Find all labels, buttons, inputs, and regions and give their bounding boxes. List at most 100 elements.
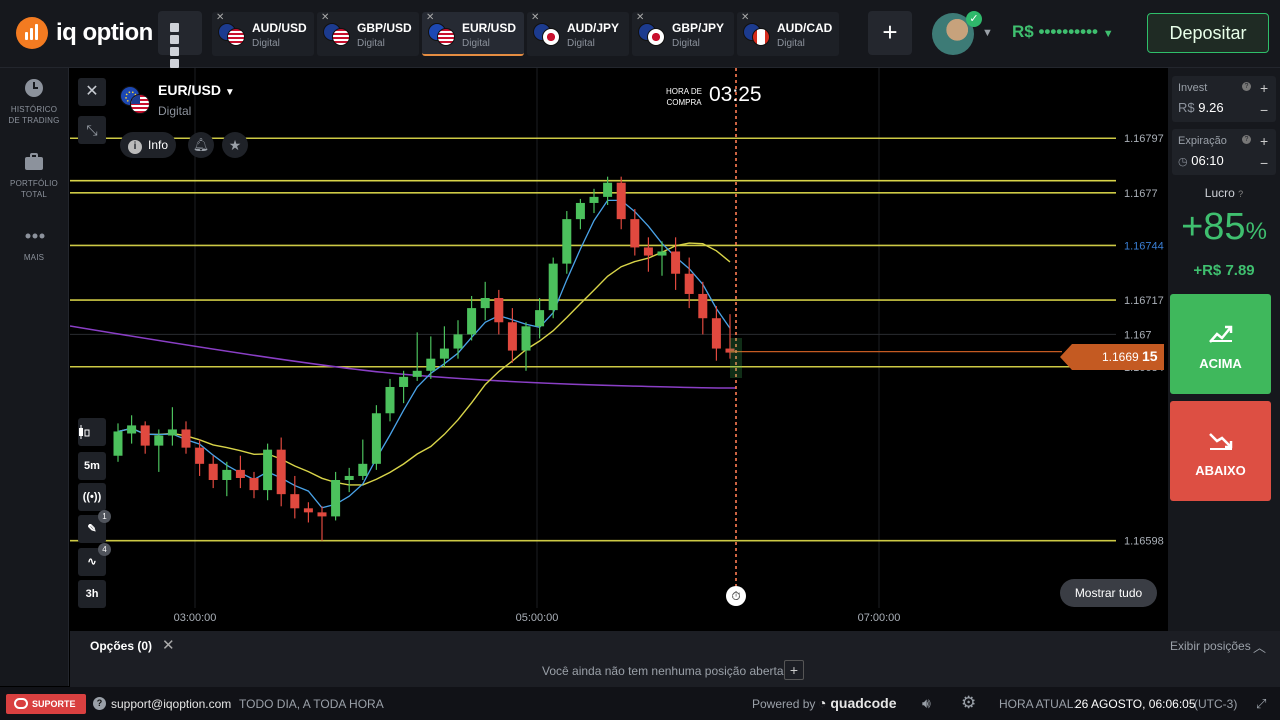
expiry-value[interactable]: ◷ 06:10 xyxy=(1178,153,1224,168)
indicators-button[interactable]: ∿ 4 xyxy=(78,543,111,576)
add-asset-button[interactable]: + xyxy=(868,11,912,55)
trend-up-icon xyxy=(1209,325,1233,343)
powered-by-label: Powered by xyxy=(752,697,816,711)
live-signal-icon[interactable]: ((•)) xyxy=(78,483,106,511)
candle-body xyxy=(521,326,531,351)
help-icon: ? xyxy=(93,697,106,710)
candle-body xyxy=(208,463,218,480)
show-all-button[interactable]: Mostrar tudo xyxy=(1060,579,1157,607)
info-icon: i xyxy=(128,140,142,154)
chevron-down-icon[interactable]: ▼ xyxy=(982,27,993,39)
tab-type: Digital xyxy=(462,38,490,49)
asset-tab-aud-usd[interactable]: ✕ AUD/USD Digital xyxy=(212,12,314,56)
invest-value[interactable]: R$ 9.26 xyxy=(1178,100,1224,115)
usd-flag-icon xyxy=(437,28,455,46)
close-chart-button[interactable]: ✕ xyxy=(78,78,106,106)
candle-body xyxy=(575,202,585,220)
tab-symbol: AUD/JPY xyxy=(567,21,620,35)
deposit-button[interactable]: Depositar xyxy=(1147,13,1269,53)
info-button[interactable]: i Info xyxy=(120,132,177,158)
close-icon[interactable]: ✕ xyxy=(162,636,175,654)
price-level-label: 1.1677 xyxy=(1124,188,1158,200)
expiry-field[interactable]: Expiração ? + ◷ 06:10 − xyxy=(1172,129,1276,175)
close-tab-icon[interactable]: ✕ xyxy=(636,12,644,23)
availability-text: TODO DIA, A TODA HORA xyxy=(239,697,384,711)
close-tab-icon[interactable]: ✕ xyxy=(531,12,539,23)
close-tab-icon[interactable]: ✕ xyxy=(741,12,749,23)
candle-type-button[interactable] xyxy=(78,418,106,446)
candle-body xyxy=(562,219,572,264)
asset-tab-gbp-usd[interactable]: ✕ GBP/USD Digital xyxy=(317,12,419,56)
empty-positions-text: Você ainda não tem nenhuma posição abert… xyxy=(542,664,784,678)
options-tab[interactable]: Opções (0) xyxy=(90,639,152,653)
candle-body xyxy=(371,413,381,464)
candle-body xyxy=(195,447,205,464)
tab-type: Digital xyxy=(252,38,280,49)
candle-body xyxy=(494,298,504,323)
nav-label: DE TRADING xyxy=(8,116,60,125)
new-position-button[interactable]: + xyxy=(784,660,804,680)
asset-tab-gbp-jpy[interactable]: ✕ GBP/JPY Digital xyxy=(632,12,734,56)
show-positions-link[interactable]: Exibir posições xyxy=(1170,639,1251,653)
candle-body xyxy=(167,429,177,436)
help-icon[interactable]: ? xyxy=(1242,82,1251,91)
price-level-label: 1.16717 xyxy=(1124,295,1164,307)
candle-body xyxy=(154,435,164,446)
close-tab-icon[interactable]: ✕ xyxy=(321,12,329,23)
price-highlight: 15 xyxy=(1142,348,1158,364)
brand-logo[interactable]: iq option xyxy=(16,17,153,49)
asset-tab-eur-usd[interactable]: ✕ EUR/USD Digital xyxy=(422,12,524,56)
x-tick-label: 07:00:00 xyxy=(858,612,901,624)
candle-body xyxy=(535,310,545,327)
nav-trading-history[interactable]: HISTÓRICO DE TRADING xyxy=(0,78,68,126)
price-chart[interactable]: 03:00:00 05:00:00 07:00:00 1.16797 1.1677 1.1… xyxy=(70,68,1168,631)
increase-invest-button[interactable]: + xyxy=(1260,80,1268,96)
logo-icon xyxy=(16,17,48,49)
nav-label: PORTFÓLIO xyxy=(10,179,58,188)
invest-field[interactable]: Invest ? + R$ 9.26 − xyxy=(1172,76,1276,122)
decrease-expiry-button[interactable]: − xyxy=(1260,155,1268,171)
candle-body xyxy=(317,512,327,517)
pair-flags xyxy=(323,23,353,46)
timeframe-button[interactable]: 5m xyxy=(78,452,106,480)
decrease-invest-button[interactable]: − xyxy=(1260,102,1268,118)
drawing-tool-button[interactable]: ✎ 1 xyxy=(78,510,111,543)
candle-body xyxy=(358,463,368,476)
favorite-star-icon[interactable]: ★ xyxy=(222,132,248,158)
asset-selector[interactable]: EUR/USD ▼ xyxy=(158,82,235,98)
candle-body xyxy=(507,322,517,351)
alert-bell-icon[interactable]: 🔔︎ xyxy=(188,132,214,158)
moving-average-slow xyxy=(117,242,731,486)
support-button[interactable]: SUPORTE xyxy=(6,694,86,714)
support-email[interactable]: support@iqoption.com xyxy=(111,697,231,711)
invest-label: Invest xyxy=(1178,82,1208,94)
call-up-button[interactable]: ACIMA xyxy=(1170,294,1271,394)
asset-tab-aud-cad[interactable]: ✕ AUD/CAD Digital xyxy=(737,12,839,56)
asset-tab-aud-jpy[interactable]: ✕ AUD/JPY Digital xyxy=(527,12,629,56)
zoom-button[interactable]: 3h xyxy=(78,580,106,608)
candle-body xyxy=(603,182,613,197)
nav-more[interactable]: MAIS xyxy=(0,226,68,263)
asset-type: Digital xyxy=(158,104,192,118)
close-tab-icon[interactable]: ✕ xyxy=(216,12,224,23)
gear-icon[interactable]: ⚙ xyxy=(961,693,976,713)
cad-flag-icon xyxy=(752,28,770,46)
chevron-up-icon[interactable]: ︿ xyxy=(1253,637,1266,656)
candle-body xyxy=(671,251,681,274)
quadcode-logo[interactable]: ◔ quadcode xyxy=(818,695,896,711)
balance-display[interactable]: R$ •••••••••• ▼ xyxy=(1012,22,1114,42)
volume-icon[interactable]: 🔊︎ xyxy=(922,695,931,712)
price-main: 1.1669 xyxy=(1102,350,1139,364)
help-icon[interactable]: ? xyxy=(1242,135,1251,144)
assets-grid-button[interactable] xyxy=(158,11,202,68)
fullscreen-icon[interactable]: ⤢ xyxy=(1256,696,1266,712)
increase-expiry-button[interactable]: + xyxy=(1260,133,1268,149)
profit-label: Lucro ? xyxy=(1204,186,1244,200)
put-down-button[interactable]: ABAIXO xyxy=(1170,401,1271,501)
brand-name: iq option xyxy=(56,19,153,46)
shrink-icon[interactable]: ⤡ xyxy=(78,116,106,144)
close-tab-icon[interactable]: ✕ xyxy=(426,12,434,23)
nav-portfolio[interactable]: PORTFÓLIO TOTAL xyxy=(0,152,68,200)
tab-type: Digital xyxy=(357,38,385,49)
candle-body xyxy=(548,263,558,311)
